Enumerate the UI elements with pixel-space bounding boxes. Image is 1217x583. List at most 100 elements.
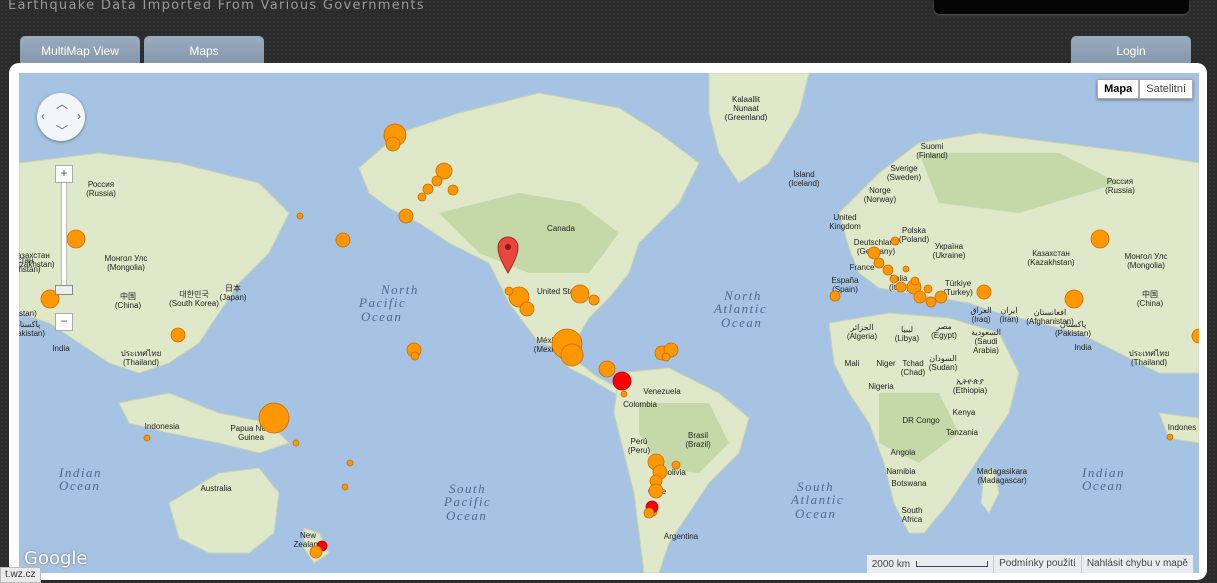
place-label: (Chad) [901,368,926,377]
quake-marker [504,286,514,296]
place-label: افغانستان [1034,308,1066,317]
quake-marker [913,290,927,304]
zoom-out-button[interactable]: − [55,313,73,331]
place-label: ایران [1001,306,1018,315]
ocean-label: Pacific [358,295,406,310]
place-label: Venezuela [643,387,681,396]
place-label: (Thailand) [1131,358,1167,367]
pan-down-icon[interactable]: ﹀ [56,122,68,139]
site-tagline: Earthquake Data Imported From Various Go… [8,0,426,13]
place-label: Россия [88,180,114,189]
place-label: (Ukraine) [933,251,966,260]
place-label: العراق [970,306,991,315]
google-logo: Google [24,548,88,569]
nav-tab-login[interactable]: Login [1071,36,1191,66]
place-label: (Saudi [974,337,997,346]
quake-marker [560,343,584,367]
place-label: ประเทศไทย [1129,349,1170,358]
ocean-label: Ocean [361,309,402,324]
quake-marker [598,360,616,378]
place-label: (Finland) [916,151,948,160]
place-label: (Thailand) [123,358,159,367]
report-error-link[interactable]: Nahlásit chybu v mapě [1080,555,1193,573]
top-bar [934,0,1189,14]
place-label: 中国 [120,291,136,301]
ocean-label: Ocean [1082,478,1123,493]
zoom-slider-track[interactable] [61,173,67,293]
nav-tab-multimap[interactable]: MultiMap View [20,36,140,66]
place-label: (Pakistan) [1055,329,1091,338]
quake-marker [410,351,420,361]
quake-marker [671,460,681,470]
place-label: ประเทศไทย [121,349,162,358]
land-australia [168,467,280,554]
place-label: (Russia) [1105,186,1135,195]
map-attribution: 2000 km Podmínky použití Nahlásit chybu … [866,555,1193,573]
place-label: (China) [1137,299,1164,308]
ocean-label: Pacific [443,494,491,509]
scale-label: 2000 km [871,558,911,570]
place-label: Brasil [688,431,708,440]
quake-marker [902,265,910,273]
quake-marker [829,290,841,302]
quake-marker [889,274,899,284]
quake-marker [895,281,907,293]
quake-marker [588,294,600,306]
quake-marker [910,276,920,286]
place-label: (Egypt) [931,331,957,340]
place-label: (Kazakhstan) [1027,258,1074,267]
place-label: (Madagascar) [977,476,1027,485]
ocean-label: Ocean [59,478,100,493]
place-label: Angola [891,448,916,457]
place-label: السودان [929,354,957,363]
place-label: ليبيا [901,325,913,334]
nav-tab-maps[interactable]: Maps [144,36,264,66]
place-label: ኢትዮጵያ [956,377,984,386]
ocean-label: Atlantic [713,301,767,316]
place-label: 中国 [1142,289,1158,299]
place-label: Botswana [891,479,927,488]
place-label: (Iraq) [971,315,990,324]
pan-left-icon[interactable]: ‹ [41,109,45,123]
pan-right-icon[interactable]: › [77,109,81,123]
pan-up-icon[interactable]: ︿ [56,95,68,112]
quake-marker [346,459,354,467]
place-label: United [833,213,856,222]
quake-marker [170,327,186,343]
quake-marker [417,192,427,202]
place-label: پاکستان [19,320,40,329]
quake-marker [143,434,151,442]
place-label: Kingdom [829,222,861,231]
quake-marker [612,371,632,391]
land-masses [19,73,1199,573]
place-label: السعودية [971,328,1001,337]
place-label: Россия [1107,177,1133,186]
quake-marker [335,232,351,248]
zoom-in-button[interactable]: + [55,165,73,183]
land-asia-west [19,152,290,374]
map-type-map-button[interactable]: Mapa [1097,79,1140,99]
place-label: (Algeria) [847,332,878,341]
place-label: España [831,276,859,285]
place-label: Indonesia [145,422,180,431]
map-viewport[interactable]: North Pacific Ocean North Atlantic Ocean… [19,73,1199,573]
quake-marker [519,301,535,317]
quake-marker [258,402,290,434]
place-label: Tchad [902,359,923,368]
place-label: Türkiye [945,279,972,288]
place-label: Казахстан [1032,249,1070,258]
quake-marker [431,175,443,187]
place-label: (Mongolia) [1127,261,1165,270]
quake-marker [976,284,992,300]
zoom-slider-handle[interactable] [55,285,73,295]
quake-marker [341,483,349,491]
place-label: Монгол Улс [105,254,148,263]
place-label: India [1074,343,1092,352]
map-type-satellite-button[interactable]: Satelitní [1139,79,1193,99]
place-label: South [902,506,923,515]
terms-link[interactable]: Podmínky použití [993,555,1081,573]
pan-control[interactable]: ︿ ﹀ ‹ › [37,93,85,141]
scale-control: 2000 km [867,555,993,573]
quake-marker [1166,433,1174,441]
place-label: 日本 [225,283,241,293]
